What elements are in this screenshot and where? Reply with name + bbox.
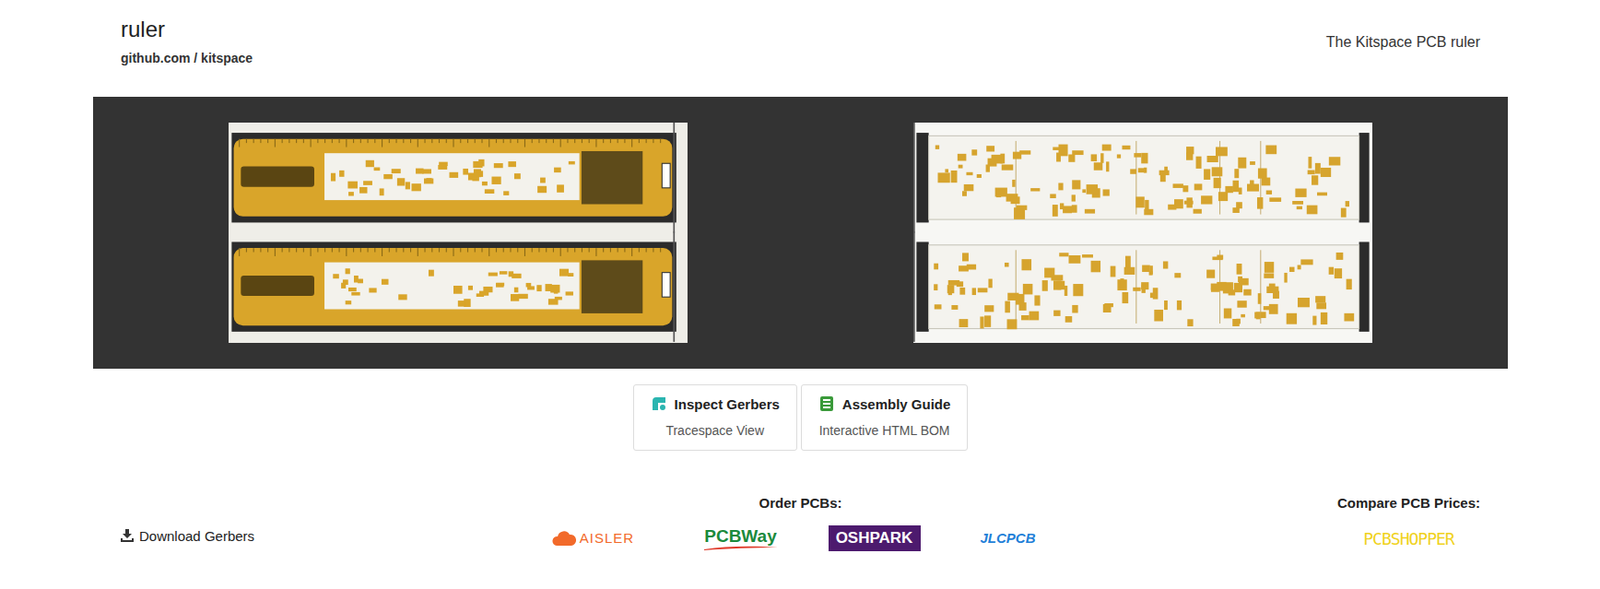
- view-button[interactable]: Assembly Guide Interactive HTML BOM: [800, 384, 969, 451]
- view-label[interactable]: Inspect Gerbers: [650, 394, 780, 416]
- view-label[interactable]: Assembly Guide: [818, 394, 952, 416]
- vendor-list: AISLER PCBWay OSHPARK JLCPCB: [533, 524, 1069, 553]
- pcbshopper-logo[interactable]: PCBSHOPPER: [1337, 524, 1481, 553]
- project-summary: The Kitspace PCB ruler: [1326, 16, 1481, 54]
- compare-section: Compare PCB Prices: PCBSHOPPER: [1337, 493, 1481, 553]
- tracespace-icon: [650, 395, 668, 412]
- download-icon: [120, 529, 134, 542]
- order-section: Order PCBs: AISLER PCBWay OSHPARK JLCPCB: [533, 493, 1069, 553]
- vendor-logo[interactable]: PCBWay: [681, 524, 801, 553]
- view-buttons: Inspect Gerbers Tracespace View Assembly G…: [93, 384, 1508, 451]
- board-preview: [93, 96, 1508, 369]
- vendor-label[interactable]: OSHPARK: [835, 526, 914, 551]
- download-label[interactable]: Download Gerbers: [139, 528, 255, 544]
- compare-heading: Compare PCB Prices:: [1337, 493, 1481, 515]
- vendor-label[interactable]: PCBWay: [704, 527, 777, 545]
- cloud-icon: [552, 529, 577, 547]
- project-title: ruler: [120, 16, 253, 44]
- vendor-logo[interactable]: JLCPCB: [948, 524, 1069, 553]
- vendor-logo[interactable]: OSHPARK: [828, 525, 921, 552]
- view-sublabel[interactable]: Interactive HTML BOM: [818, 421, 952, 441]
- order-heading: Order PCBs:: [533, 493, 1069, 515]
- board-top-image: [228, 122, 688, 343]
- board-bottom-image: [913, 122, 1373, 343]
- download-gerbers[interactable]: Download Gerbers: [120, 526, 534, 553]
- view-button[interactable]: Inspect Gerbers Tracespace View: [633, 384, 798, 451]
- project-page: ruler github.com / kitspace The Kitspace…: [0, 0, 1600, 553]
- project-header: ruler github.com / kitspace The Kitspace…: [93, 0, 1508, 97]
- view-title[interactable]: Inspect Gerbers: [674, 396, 780, 412]
- vendor-label[interactable]: JLCPCB: [979, 528, 1036, 550]
- view-title[interactable]: Assembly Guide: [842, 396, 952, 412]
- vendor-label[interactable]: AISLER: [579, 528, 635, 550]
- source-link[interactable]: github.com / kitspace: [120, 48, 253, 69]
- bom-icon: [818, 395, 836, 412]
- view-sublabel[interactable]: Tracespace View: [650, 421, 780, 441]
- swoosh-icon: [704, 545, 778, 551]
- vendor-logo[interactable]: AISLER: [533, 524, 654, 553]
- order-bar: Download Gerbers Order PCBs: AISLER PCBWa…: [93, 493, 1508, 553]
